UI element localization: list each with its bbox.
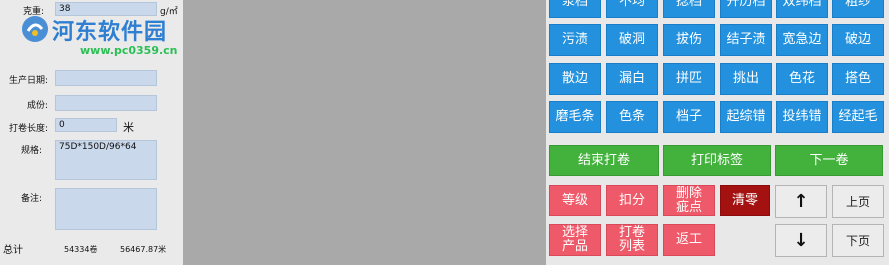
roll-length-unit: 米 [123, 121, 134, 134]
down-arrow-icon: ↓ [793, 229, 809, 251]
defect-button[interactable]: 宽急边 [776, 24, 828, 56]
prev-page-button[interactable]: 上页 [832, 185, 884, 218]
defect-button[interactable]: 浆档 [549, 0, 601, 18]
note-label: 备注: [20, 194, 42, 204]
down-arrow-button[interactable]: ↓ [775, 224, 827, 257]
defect-button[interactable]: 色条 [606, 101, 658, 133]
totals-label: 总计 [3, 245, 23, 256]
defect-button[interactable]: 拔伤 [663, 24, 715, 56]
defect-button[interactable]: 挑出 [720, 63, 772, 95]
defect-button[interactable]: 破洞 [606, 24, 658, 56]
up-arrow-button[interactable]: ↑ [775, 185, 827, 218]
roll-list-button[interactable]: 打卷列表 [606, 224, 658, 256]
defect-button[interactable]: 档子 [663, 101, 715, 133]
defect-button[interactable]: 经起毛 [832, 101, 884, 133]
weight-field[interactable]: 38 [55, 2, 157, 16]
grade-button[interactable]: 等级 [549, 185, 601, 216]
defect-button[interactable]: 散边 [549, 63, 601, 95]
delete-defect-button[interactable]: 删除疵点 [663, 185, 715, 216]
defect-button[interactable]: 拼匹 [663, 63, 715, 95]
rework-button[interactable]: 返工 [663, 224, 715, 256]
clear-button[interactable]: 清零 [720, 185, 770, 216]
deduct-button[interactable]: 扣分 [606, 185, 658, 216]
roll-length-label: 打卷长度: [8, 124, 48, 134]
defect-button[interactable]: 起综错 [720, 101, 772, 133]
defect-button[interactable]: 结子渍 [720, 24, 772, 56]
end-roll-button[interactable]: 结束打卷 [549, 145, 659, 176]
prod-date-label: 生产日期: [8, 76, 48, 86]
defect-button[interactable]: 开历档 [720, 0, 772, 18]
defect-button[interactable]: 双纬档 [776, 0, 828, 18]
roll-length-field[interactable]: 0 [55, 118, 117, 132]
defect-button[interactable]: 磨毛条 [549, 101, 601, 133]
spec-field[interactable]: 75D*150D/96*64 [55, 140, 157, 180]
weight-label: 克重: [22, 7, 44, 17]
preview-pane [183, 0, 546, 265]
weight-unit: g/㎡ [160, 7, 178, 17]
defect-button[interactable]: 漏白 [606, 63, 658, 95]
totals-rolls: 54334卷 [64, 245, 98, 254]
next-roll-button[interactable]: 下一卷 [775, 145, 883, 176]
print-label-button[interactable]: 打印标签 [663, 145, 771, 176]
defect-button[interactable]: 污渍 [549, 24, 601, 56]
defect-button[interactable]: 投纬错 [776, 101, 828, 133]
up-arrow-icon: ↑ [793, 190, 809, 212]
composition-label: 成份: [26, 101, 48, 111]
defect-button[interactable]: 不均 [606, 0, 658, 18]
note-field[interactable] [55, 188, 157, 230]
next-page-button[interactable]: 下页 [832, 224, 884, 257]
totals-meters: 56467.87米 [120, 245, 167, 254]
defect-button[interactable]: 搭色 [832, 63, 884, 95]
prod-date-field[interactable] [55, 70, 157, 86]
composition-field[interactable] [55, 95, 157, 111]
select-product-button[interactable]: 选择产品 [549, 224, 601, 256]
defect-button[interactable]: 捻档 [663, 0, 715, 18]
defect-button[interactable]: 粗纱 [832, 0, 884, 18]
spec-label: 规格: [20, 146, 42, 156]
form-panel: 克重: 38 g/㎡ 生产日期: 成份: 打卷长度: 0 米 规格: 75D*1… [0, 0, 183, 265]
defect-button[interactable]: 色花 [776, 63, 828, 95]
defect-button[interactable]: 破边 [832, 24, 884, 56]
